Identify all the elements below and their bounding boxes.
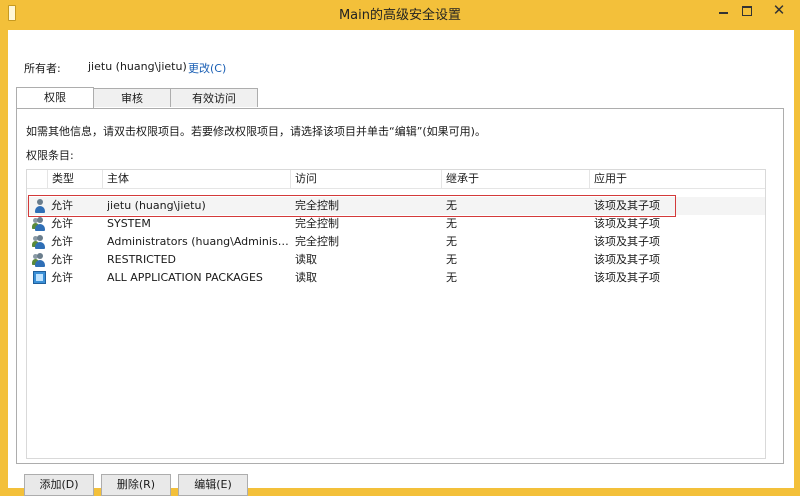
- table-row[interactable]: 允许 RESTRICTED 读取 无 该项及其子项: [27, 251, 765, 269]
- row-applies-to: 该项及其子项: [594, 271, 660, 284]
- row-principal: ALL APPLICATION PACKAGES: [107, 271, 263, 284]
- maximize-button[interactable]: [736, 0, 758, 22]
- permissions-panel: 如需其他信息，请双击权限项目。若要修改权限项目，请选择该项目并单击“编辑”(如果…: [16, 108, 784, 464]
- row-principal: SYSTEM: [107, 217, 151, 230]
- row-applies-to: 该项及其子项: [594, 253, 660, 266]
- close-button[interactable]: ✕: [760, 0, 798, 22]
- row-inherited-from: 无: [446, 253, 457, 266]
- table-row[interactable]: 允许 SYSTEM 完全控制 无 该项及其子项: [27, 215, 765, 233]
- row-applies-to: 该项及其子项: [594, 199, 660, 212]
- row-access: 完全控制: [295, 217, 339, 230]
- owner-label: 所有者:: [24, 62, 61, 75]
- change-owner-link[interactable]: 更改(C): [188, 60, 226, 76]
- row-access: 完全控制: [295, 235, 339, 248]
- row-access: 读取: [295, 271, 317, 284]
- advanced-security-window: Main的高级安全设置 ✕ 所有者: jietu (huang\jietu) 更…: [0, 0, 800, 496]
- owner-value: jietu (huang\jietu): [88, 60, 187, 73]
- row-type: 允许: [51, 235, 73, 248]
- row-principal: Administrators (huang\Administr...: [107, 235, 289, 248]
- package-icon: [31, 269, 47, 287]
- column-header-type[interactable]: 类型: [47, 170, 102, 188]
- minimize-button[interactable]: [712, 0, 734, 22]
- dialog-body: 所有者: jietu (huang\jietu) 更改(C) 权限 审核 有效访…: [8, 30, 794, 496]
- list-header: 类型 主体 访问 继承于 应用于: [27, 170, 765, 189]
- row-principal: RESTRICTED: [107, 253, 177, 266]
- row-access: 完全控制: [295, 199, 339, 212]
- minimize-icon: [718, 11, 728, 14]
- permission-entries-label: 权限条目:: [26, 149, 74, 162]
- remove-button[interactable]: 删除(R): [101, 474, 171, 496]
- table-row[interactable]: 允许 ALL APPLICATION PACKAGES 读取 无 该项及其子项: [27, 269, 765, 287]
- column-header-inherited-from[interactable]: 继承于: [441, 170, 589, 188]
- row-type: 允许: [51, 271, 73, 284]
- maximize-icon: [742, 5, 752, 16]
- table-row[interactable]: 允许 jietu (huang\jietu) 完全控制 无 该项及其子项: [27, 197, 765, 215]
- tab-auditing[interactable]: 审核: [93, 88, 171, 107]
- row-inherited-from: 无: [446, 271, 457, 284]
- close-icon: ✕: [772, 1, 786, 19]
- row-inherited-from: 无: [446, 235, 457, 248]
- permissions-info-text: 如需其他信息，请双击权限项目。若要修改权限项目，请选择该项目并单击“编辑”(如果…: [26, 125, 486, 138]
- group-icon: [31, 215, 47, 233]
- tab-effective-access[interactable]: 有效访问: [170, 88, 258, 107]
- row-applies-to: 该项及其子项: [594, 235, 660, 248]
- window-title: Main的高级安全设置: [338, 8, 462, 23]
- user-icon: [31, 197, 47, 215]
- tab-permissions[interactable]: 权限: [16, 87, 94, 108]
- row-applies-to: 该项及其子项: [594, 217, 660, 230]
- row-inherited-from: 无: [446, 199, 457, 212]
- edit-button[interactable]: 编辑(E): [178, 474, 248, 496]
- row-type: 允许: [51, 217, 73, 230]
- row-type: 允许: [51, 253, 73, 266]
- add-button[interactable]: 添加(D): [24, 474, 94, 496]
- title-bar[interactable]: Main的高级安全设置 ✕: [0, 0, 800, 26]
- row-type: 允许: [51, 199, 73, 212]
- group-icon: [31, 233, 47, 251]
- column-header-access[interactable]: 访问: [290, 170, 441, 188]
- row-inherited-from: 无: [446, 217, 457, 230]
- column-header-principal[interactable]: 主体: [102, 170, 290, 188]
- table-row[interactable]: 允许 Administrators (huang\Administr... 完全…: [27, 233, 765, 251]
- row-access: 读取: [295, 253, 317, 266]
- row-principal: jietu (huang\jietu): [107, 199, 206, 212]
- column-header-applies-to[interactable]: 应用于: [589, 170, 765, 188]
- group-icon: [31, 251, 47, 269]
- permission-entries-list[interactable]: 类型 主体 访问 继承于 应用于 允许 jietu (huang\jietu) …: [26, 169, 766, 459]
